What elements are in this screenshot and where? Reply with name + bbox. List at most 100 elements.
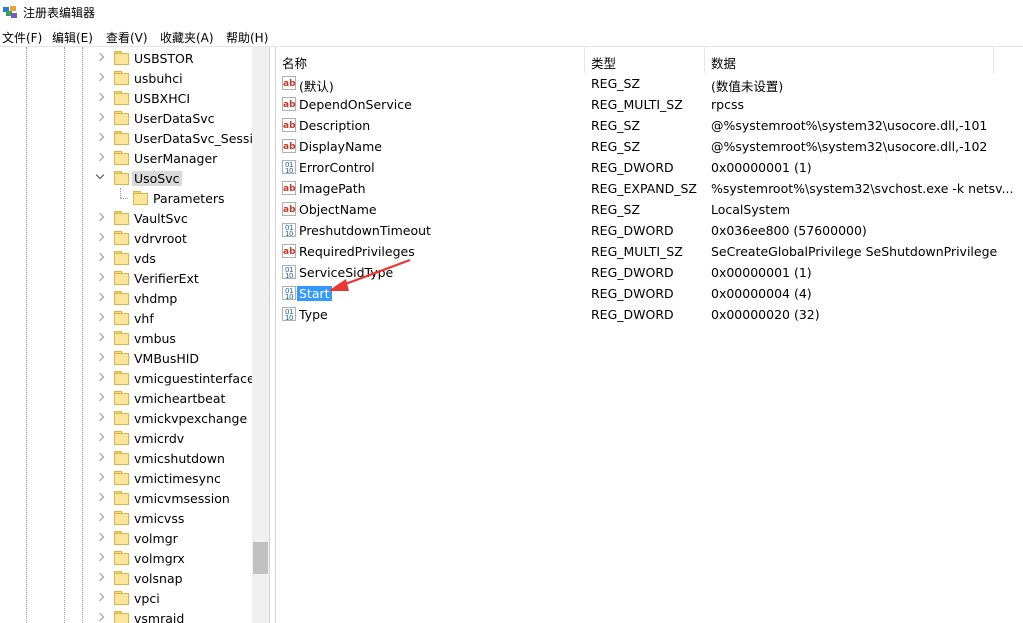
tree-item-vmbushid[interactable]: VMBusHID: [0, 348, 252, 368]
tree-item-usermanager[interactable]: UserManager: [0, 148, 252, 168]
binary-value-icon: 01 10: [282, 307, 296, 322]
tree-item-vds[interactable]: vds: [0, 248, 252, 268]
tree-item-label: USBXHCI: [134, 91, 191, 106]
value-name[interactable]: DependOnService: [299, 97, 412, 112]
chevron-right-icon[interactable]: [95, 432, 105, 442]
tree-item-vpci[interactable]: vpci: [0, 588, 252, 608]
value-name[interactable]: Type: [299, 307, 328, 322]
tree-item-vmicshutdown[interactable]: vmicshutdown: [0, 448, 252, 468]
values-list[interactable]: 名称 类型 数据 ab (默认) REG_SZ (数值未设置) ab DependOnSe…: [276, 47, 1023, 623]
chevron-right-icon[interactable]: [95, 72, 105, 82]
chevron-right-icon[interactable]: [95, 552, 105, 562]
value-row[interactable]: ab ImagePath REG_EXPAND_SZ %systemroot%\sys…: [276, 178, 1023, 199]
tree-item-label: UserDataSvc_Session: [134, 131, 252, 146]
chevron-right-icon[interactable]: [95, 232, 105, 242]
tree-item-vmicvmsession[interactable]: vmicvmsession: [0, 488, 252, 508]
folder-icon: [114, 371, 129, 385]
chevron-right-icon[interactable]: [95, 332, 105, 342]
value-row[interactable]: ab DisplayName REG_SZ @%systemroot%\system3…: [276, 136, 1023, 157]
tree-item-vaultsvc[interactable]: VaultSvc: [0, 208, 252, 228]
tree-item-vmicrdv[interactable]: vmicrdv: [0, 428, 252, 448]
tree-item-usosvc[interactable]: UsoSvc: [0, 168, 252, 188]
menu-view[interactable]: 查看(V): [106, 29, 148, 46]
value-name[interactable]: PreshutdownTimeout: [299, 223, 431, 238]
folder-icon: [114, 551, 129, 565]
value-row[interactable]: ab ObjectName REG_SZ LocalSystem: [276, 199, 1023, 220]
chevron-right-icon[interactable]: [95, 392, 105, 402]
chevron-right-icon[interactable]: [95, 292, 105, 302]
value-data: rpcss: [711, 97, 744, 112]
tree-item-vmbus[interactable]: vmbus: [0, 328, 252, 348]
chevron-right-icon[interactable]: [95, 52, 105, 62]
column-header-data[interactable]: 数据: [705, 47, 994, 73]
chevron-down-icon[interactable]: [95, 170, 105, 180]
value-row[interactable]: 01 10 PreshutdownTimeout REG_DWORD 0x036ee8…: [276, 220, 1023, 241]
value-name[interactable]: ErrorControl: [299, 160, 375, 175]
value-type: REG_MULTI_SZ: [591, 244, 683, 259]
menu-help[interactable]: 帮助(H): [226, 29, 268, 46]
tree-item-vmictimesync[interactable]: vmictimesync: [0, 468, 252, 488]
tree-item-vmicvss[interactable]: vmicvss: [0, 508, 252, 528]
tree-item-label: vmicvss: [134, 511, 185, 526]
tree-item-vhf[interactable]: vhf: [0, 308, 252, 328]
tree-item-volmgr[interactable]: volmgr: [0, 528, 252, 548]
chevron-right-icon[interactable]: [95, 572, 105, 582]
tree-item-vmicheartbeat[interactable]: vmicheartbeat: [0, 388, 252, 408]
tree-item-parameters[interactable]: Parameters: [0, 188, 252, 208]
tree-item-userdatasvc-session[interactable]: UserDataSvc_Session: [0, 128, 252, 148]
tree-scrollbar[interactable]: [252, 47, 269, 623]
chevron-right-icon[interactable]: [95, 272, 105, 282]
chevron-right-icon[interactable]: [95, 532, 105, 542]
chevron-right-icon[interactable]: [95, 452, 105, 462]
value-row[interactable]: ab DependOnService REG_MULTI_SZ rpcss: [276, 94, 1023, 115]
registry-key-tree[interactable]: USBSTOR usbuhci USBXHCI UserDataSvc UserData…: [0, 47, 252, 623]
tree-item-usbxhci[interactable]: USBXHCI: [0, 88, 252, 108]
menu-file[interactable]: 文件(F): [2, 29, 42, 46]
value-name[interactable]: ObjectName: [299, 202, 377, 217]
chevron-right-icon[interactable]: [95, 352, 105, 362]
value-name[interactable]: ImagePath: [299, 181, 366, 196]
column-header-name[interactable]: 名称: [276, 47, 585, 73]
chevron-right-icon[interactable]: [95, 312, 105, 322]
chevron-right-icon[interactable]: [95, 152, 105, 162]
value-name[interactable]: RequiredPrivileges: [299, 244, 415, 259]
column-header-type[interactable]: 类型: [585, 47, 705, 73]
tree-item-vmicguestinterface[interactable]: vmicguestinterface: [0, 368, 252, 388]
tree-item-userdatasvc[interactable]: UserDataSvc: [0, 108, 252, 128]
tree-item-vdrvroot[interactable]: vdrvroot: [0, 228, 252, 248]
tree-item-vmickvpexchange[interactable]: vmickvpexchange: [0, 408, 252, 428]
chevron-right-icon[interactable]: [95, 592, 105, 602]
menu-edit[interactable]: 编辑(E): [52, 29, 93, 46]
tree-item-volsnap[interactable]: volsnap: [0, 568, 252, 588]
tree-item-volmgrx[interactable]: volmgrx: [0, 548, 252, 568]
chevron-right-icon[interactable]: [95, 612, 105, 622]
value-name[interactable]: (默认): [299, 76, 334, 95]
tree-item-vsmraid[interactable]: vsmraid: [0, 608, 252, 623]
tree-item-usbstor[interactable]: USBSTOR: [0, 48, 252, 68]
value-row[interactable]: 01 10 Type REG_DWORD 0x00000020 (32): [276, 304, 1023, 325]
chevron-right-icon[interactable]: [95, 132, 105, 142]
value-name[interactable]: Description: [299, 118, 370, 133]
menu-favorites[interactable]: 收藏夹(A): [160, 29, 214, 46]
tree-item-vhdmp[interactable]: vhdmp: [0, 288, 252, 308]
folder-icon: [114, 531, 129, 545]
chevron-right-icon[interactable]: [95, 472, 105, 482]
chevron-right-icon[interactable]: [95, 92, 105, 102]
value-name[interactable]: DisplayName: [299, 139, 382, 154]
chevron-right-icon[interactable]: [95, 252, 105, 262]
string-value-icon: ab: [282, 76, 296, 90]
chevron-right-icon[interactable]: [95, 112, 105, 122]
value-row[interactable]: ab (默认) REG_SZ (数值未设置): [276, 73, 1023, 94]
chevron-right-icon[interactable]: [95, 412, 105, 422]
value-row[interactable]: ab Description REG_SZ @%systemroot%\system3…: [276, 115, 1023, 136]
pane-splitter[interactable]: [269, 47, 276, 623]
value-row[interactable]: 01 10 ErrorControl REG_DWORD 0x00000001 (1): [276, 157, 1023, 178]
chevron-right-icon[interactable]: [95, 492, 105, 502]
scrollbar-thumb[interactable]: [253, 542, 268, 574]
value-type: REG_DWORD: [591, 265, 674, 280]
chevron-right-icon[interactable]: [95, 512, 105, 522]
tree-item-usbuhci[interactable]: usbuhci: [0, 68, 252, 88]
chevron-right-icon[interactable]: [95, 212, 105, 222]
tree-item-verifierext[interactable]: VerifierExt: [0, 268, 252, 288]
chevron-right-icon[interactable]: [95, 372, 105, 382]
